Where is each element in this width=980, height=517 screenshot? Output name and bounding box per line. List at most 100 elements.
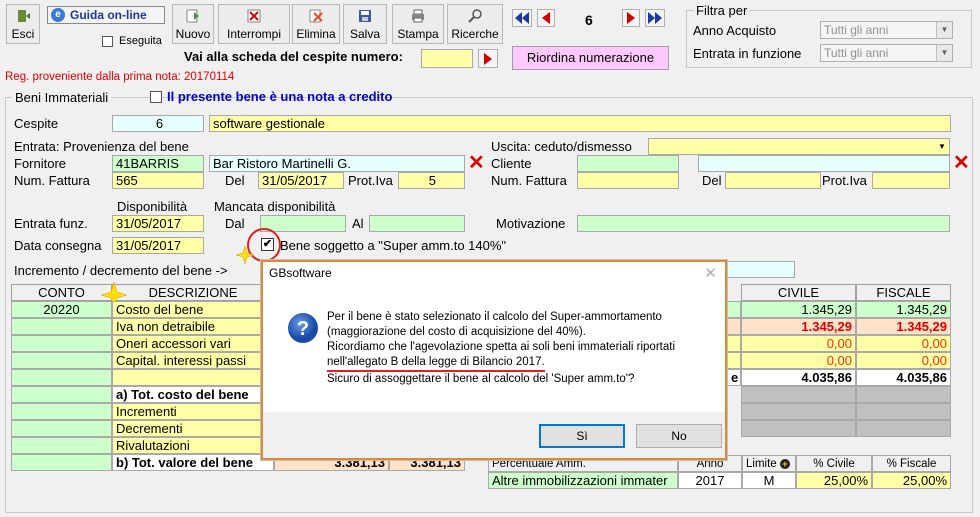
perc-fiscale-field[interactable]: 25,00%	[872, 472, 951, 489]
prot-iva-field[interactable]: 5	[398, 172, 465, 189]
conto-field[interactable]: 20220	[11, 301, 112, 318]
chevron-down-icon: ▼	[936, 22, 952, 38]
goto-button[interactable]	[478, 49, 498, 68]
goto-label: Vai alla scheda del cespite numero:	[184, 49, 403, 64]
exit-icon	[15, 8, 31, 24]
al-field[interactable]	[369, 215, 465, 232]
dal-label: Dal	[225, 216, 245, 231]
uscita-select[interactable]: ▼	[648, 138, 950, 155]
cespite-description-field[interactable]: software gestionale	[209, 115, 951, 132]
cliente-code-field[interactable]	[577, 155, 679, 172]
entrata-funz-field[interactable]: 31/05/2017	[112, 215, 204, 232]
next-record-button[interactable]	[622, 9, 640, 27]
close-icon[interactable]: ✕	[704, 264, 717, 282]
first-record-button[interactable]	[512, 9, 532, 27]
motivazione-label: Motivazione	[496, 216, 566, 231]
categoria-field[interactable]: Altre immobilizzazioni immater	[488, 472, 678, 489]
uscita-num-fattura-field[interactable]	[577, 172, 679, 189]
limite-label: Limite	[746, 458, 777, 470]
cliente-name-field[interactable]	[698, 155, 950, 172]
super-amm-label: Bene soggetto a "Super amm.to 140%"	[280, 238, 507, 253]
filter-title: Filtra per	[694, 3, 750, 18]
uscita-prot-iva-field[interactable]	[872, 172, 950, 189]
question-icon: ?	[287, 312, 319, 344]
eseguita-checkbox[interactable]	[102, 36, 113, 47]
del-label: Del	[225, 173, 245, 188]
data-consegna-field[interactable]: 31/05/2017	[112, 237, 204, 254]
salva-button[interactable]: Salva	[343, 4, 387, 44]
dialog-line-5: Sicuro di assoggettare il bene al calcol…	[327, 373, 635, 385]
prot-iva-label: Prot.Iva	[348, 173, 393, 188]
perc-civile-field[interactable]: 25,00%	[796, 472, 872, 489]
entrata-funzione-select[interactable]: Tutti gli anni ▼	[820, 44, 953, 62]
row-oneri-accessori: Oneri accessori vari	[112, 335, 274, 352]
yes-button[interactable]: Sì	[539, 424, 625, 448]
oneri-fiscale[interactable]: 0,00	[856, 335, 951, 352]
iva-civile[interactable]: 1.345,29	[741, 318, 856, 335]
entrata-funz-label: Entrata funz.	[14, 216, 88, 231]
last-record-button[interactable]	[645, 9, 665, 27]
uscita-title: Uscita: ceduto/dismesso	[491, 139, 632, 154]
plus-circle-icon[interactable]: +	[779, 459, 790, 469]
prev-record-button[interactable]	[537, 9, 555, 27]
nuovo-label: Nuovo	[175, 27, 211, 41]
goto-arrow-icon	[484, 52, 492, 65]
elimina-button[interactable]: Elimina	[292, 4, 340, 44]
record-number: 6	[585, 12, 593, 28]
iva-fiscale[interactable]: 1.345,29	[856, 318, 951, 335]
dal-field[interactable]	[260, 215, 346, 232]
conto-empty	[11, 403, 112, 420]
interessi-fiscale[interactable]: 0,00	[856, 352, 951, 369]
esci-button[interactable]: Esci	[6, 4, 40, 44]
beni-immateriali-title: Beni Immateriali	[12, 90, 112, 105]
riordina-button[interactable]: Riordina numerazione	[512, 46, 669, 70]
new-document-icon	[185, 8, 201, 24]
filler-cell	[727, 318, 741, 335]
guida-online-button[interactable]: e Guida on-line	[47, 6, 165, 24]
fornitore-code-field[interactable]: 41BARRIS	[112, 155, 204, 172]
anno-acquisto-select[interactable]: Tutti gli anni ▼	[820, 21, 953, 39]
clear-fornitore-icon[interactable]: ✕	[468, 153, 485, 173]
civile-header: CIVILE	[741, 284, 856, 301]
clear-cliente-icon[interactable]: ✕	[953, 153, 970, 173]
anno-value: 2017	[678, 472, 742, 489]
interessi-civile[interactable]: 0,00	[741, 352, 856, 369]
no-button[interactable]: No	[636, 424, 722, 448]
costo-fiscale[interactable]: 1.345,29	[856, 301, 951, 318]
filler-cell	[727, 352, 741, 369]
cespite-number-field[interactable]: 6	[112, 115, 204, 132]
dialog-message: Per il bene è stato selezionato il calco…	[327, 310, 717, 387]
fattura-date-field[interactable]: 31/05/2017	[258, 172, 344, 189]
mancata-disponibilita-label: Mancata disponibilità	[214, 199, 336, 214]
motivazione-field[interactable]	[577, 215, 950, 232]
uscita-date-field[interactable]	[725, 172, 821, 189]
tot-costo-label: a) Tot. costo del bene	[112, 386, 274, 403]
anno-acquisto-value: Tutti gli anni	[824, 23, 889, 37]
costo-civile[interactable]: 1.345,29	[741, 301, 856, 318]
super-amm-checkbox[interactable]: ✔	[261, 238, 274, 251]
oneri-civile[interactable]: 0,00	[741, 335, 856, 352]
first-record-icon	[515, 12, 529, 24]
conto-empty	[11, 352, 112, 369]
grey-cell	[741, 403, 856, 420]
stampa-button[interactable]: Stampa	[392, 4, 444, 44]
conto-empty	[11, 335, 112, 352]
nuovo-button[interactable]: Nuovo	[172, 4, 214, 44]
sparkle-icon	[235, 245, 255, 265]
tot-costo-civile: 4.035,86	[741, 369, 856, 386]
interrompi-button[interactable]: Interrompi	[218, 4, 290, 44]
fornitore-name-field[interactable]: Bar Ristoro Martinelli G.	[209, 155, 465, 172]
floppy-disk-icon	[357, 8, 373, 24]
guida-label: Guida on-line	[70, 8, 147, 22]
tot-valore-label: b) Tot. valore del bene	[112, 454, 274, 471]
conto-header: CONTO	[11, 284, 112, 301]
fiscale-header: FISCALE	[856, 284, 951, 301]
goto-input[interactable]	[421, 49, 473, 68]
dialog-title: GBsoftware	[269, 266, 332, 280]
num-fattura-field[interactable]: 565	[112, 172, 204, 189]
ricerche-button[interactable]: Ricerche	[447, 4, 503, 44]
nota-credito-checkbox[interactable]	[150, 91, 162, 103]
conto-empty	[11, 420, 112, 437]
uscita-del-label: Del	[702, 173, 722, 188]
grey-cell	[856, 386, 951, 403]
